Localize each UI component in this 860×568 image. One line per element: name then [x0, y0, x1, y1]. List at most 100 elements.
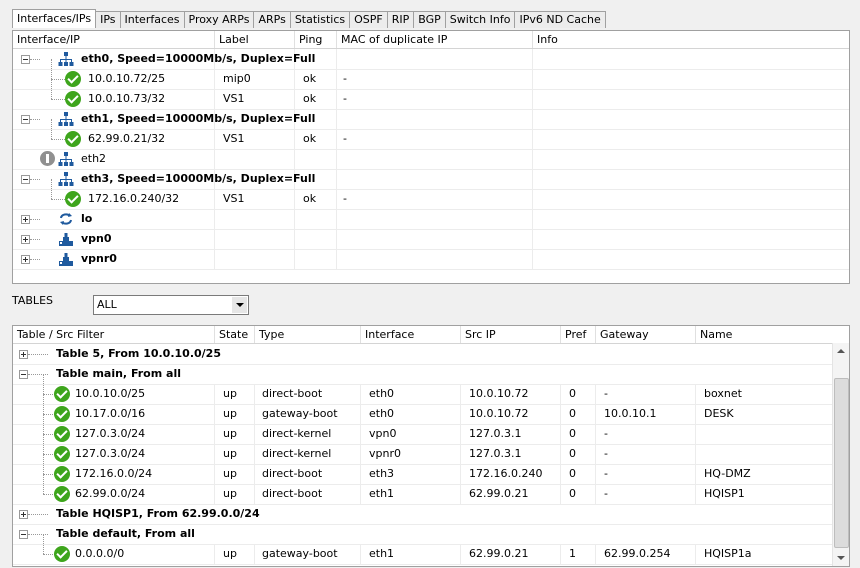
- column-divider: [460, 404, 461, 424]
- column-divider: [460, 444, 461, 464]
- expand-icon[interactable]: [21, 215, 30, 224]
- column-divider: [360, 424, 361, 444]
- collapse-icon[interactable]: [21, 115, 30, 124]
- table-row[interactable]: Table HQISP1, From 62.99.0.0/24: [13, 504, 832, 525]
- route-src-ip: 127.0.3.1: [469, 447, 522, 460]
- expand-icon[interactable]: [19, 350, 28, 359]
- tree-line: [28, 534, 48, 535]
- route-pref: 0: [569, 447, 576, 460]
- route-pref: 0: [569, 467, 576, 480]
- route-row[interactable]: 0.0.0.0/0 up gateway-boot eth1 62.99.0.21 1 62…: [13, 534, 832, 565]
- column-header[interactable]: Label: [214, 31, 294, 48]
- tab-statistics[interactable]: Statistics: [289, 11, 351, 28]
- route-row[interactable]: 127.0.3.0/24 up direct-kernel vpnr0 127.0.3.…: [13, 434, 832, 465]
- network-icon: [58, 51, 74, 70]
- ip-row[interactable]: 10.0.10.72/25 mip0 ok -: [13, 59, 849, 90]
- tab-bgp[interactable]: BGP: [413, 11, 446, 28]
- route-pref: 0: [569, 387, 576, 400]
- route-type: gateway-boot: [262, 407, 338, 420]
- tab-proxy-arps[interactable]: Proxy ARPs: [183, 11, 255, 28]
- tree-line: [43, 414, 44, 434]
- route-interface: eth3: [369, 467, 395, 480]
- tab-interfaces-ips[interactable]: Interfaces/IPs: [12, 9, 97, 28]
- scrollbar-thumb[interactable]: [834, 378, 849, 548]
- ip-row[interactable]: 172.16.0.240/32 VS1 ok -: [13, 179, 849, 210]
- table-row[interactable]: Table 5, From 10.0.10.0/25: [13, 344, 832, 365]
- tab-ospf[interactable]: OSPF: [349, 11, 388, 28]
- tables-label: TABLES: [12, 294, 53, 307]
- column-divider: [460, 484, 461, 504]
- tables-select[interactable]: ALL: [93, 295, 249, 315]
- route-row[interactable]: 10.17.0.0/16 up gateway-boot eth0 10.0.10.72…: [13, 394, 832, 425]
- tab-switch-info[interactable]: Switch Info: [444, 11, 516, 28]
- interface-row[interactable]: lo: [13, 209, 849, 230]
- tree-line: [51, 199, 65, 200]
- collapse-icon[interactable]: [21, 55, 30, 64]
- tab-ipv6-nd-cache[interactable]: IPv6 ND Cache: [514, 11, 606, 28]
- ip-row[interactable]: 10.0.10.73/32 VS1 ok -: [13, 79, 849, 110]
- route-row[interactable]: 172.16.0.0/24 up direct-boot eth3 172.16.0.2…: [13, 454, 832, 485]
- column-divider: [360, 384, 361, 404]
- column-header[interactable]: Interface: [360, 326, 460, 343]
- column-header[interactable]: Gateway: [595, 326, 695, 343]
- route-destination: 62.99.0.0/24: [75, 487, 146, 500]
- tree-line: [51, 79, 52, 99]
- route-row[interactable]: 127.0.3.0/24 up direct-kernel vpn0 127.0.3.1…: [13, 414, 832, 445]
- tab-rip[interactable]: RIP: [386, 11, 415, 28]
- route-row[interactable]: 62.99.0.0/24 up direct-boot eth1 62.99.0.21 0…: [13, 474, 832, 505]
- column-header[interactable]: Ping: [294, 31, 336, 48]
- ip-row[interactable]: 62.99.0.21/32 VS1 ok -: [13, 119, 849, 150]
- tree-line: [43, 534, 44, 554]
- table-row[interactable]: Table main, From all: [13, 364, 832, 385]
- column-divider: [595, 384, 596, 404]
- collapse-icon[interactable]: [19, 370, 28, 379]
- tree-line: [30, 219, 40, 220]
- collapse-icon[interactable]: [19, 530, 28, 539]
- route-interface: eth1: [369, 547, 395, 560]
- column-divider: [695, 444, 696, 464]
- tree-line: [30, 119, 40, 120]
- expand-icon[interactable]: [21, 255, 30, 264]
- interface-row[interactable]: eth1, Speed=10000Mb/s, Duplex=Full: [13, 109, 849, 130]
- column-header[interactable]: Type: [254, 326, 360, 343]
- route-type: direct-boot: [262, 487, 323, 500]
- column-divider: [360, 484, 361, 504]
- routes-scrollbar[interactable]: [832, 343, 849, 566]
- expand-icon[interactable]: [19, 510, 28, 519]
- collapse-icon[interactable]: [21, 175, 30, 184]
- scroll-up-icon[interactable]: [833, 343, 849, 359]
- column-header[interactable]: Src IP: [460, 326, 560, 343]
- route-type: gateway-boot: [262, 547, 338, 560]
- column-header[interactable]: State: [214, 326, 254, 343]
- tab-arps[interactable]: ARPs: [253, 11, 291, 28]
- column-header[interactable]: Table / Src Filter: [13, 326, 213, 343]
- route-row[interactable]: 10.0.10.0/25 up direct-boot eth0 10.0.10.72 0…: [13, 374, 832, 405]
- chevron-down-icon[interactable]: [232, 297, 247, 313]
- column-header[interactable]: Info: [532, 31, 849, 48]
- interface-row[interactable]: vpn0: [13, 229, 849, 250]
- tab-ips[interactable]: IPs: [95, 11, 121, 28]
- column-header[interactable]: Name: [695, 326, 849, 343]
- column-header[interactable]: Interface/IP: [13, 31, 213, 48]
- tree-line: [30, 59, 40, 60]
- scroll-down-icon[interactable]: [833, 550, 849, 566]
- tab-interfaces[interactable]: Interfaces: [119, 11, 185, 28]
- column-divider: [695, 424, 696, 444]
- interface-row[interactable]: eth3, Speed=10000Mb/s, Duplex=Full: [13, 169, 849, 190]
- expand-icon[interactable]: [21, 235, 30, 244]
- network-icon: [58, 151, 74, 170]
- interface-name: lo: [81, 212, 93, 225]
- ping-status: ok: [303, 132, 317, 145]
- interface-row[interactable]: vpnr0: [13, 249, 849, 270]
- column-header[interactable]: Pref: [560, 326, 595, 343]
- column-divider: [254, 484, 255, 504]
- tree-line: [51, 119, 52, 139]
- route-name: [704, 424, 824, 444]
- table-row[interactable]: Table default, From all: [13, 524, 832, 545]
- interface-name: eth1, Speed=10000Mb/s, Duplex=Full: [81, 112, 316, 125]
- interface-row[interactable]: eth0, Speed=10000Mb/s, Duplex=Full: [13, 49, 849, 70]
- check-icon: [54, 386, 70, 402]
- column-header[interactable]: MAC of duplicate IP: [336, 31, 532, 48]
- interface-row[interactable]: eth2: [13, 149, 849, 170]
- route-gateway: -: [604, 387, 608, 400]
